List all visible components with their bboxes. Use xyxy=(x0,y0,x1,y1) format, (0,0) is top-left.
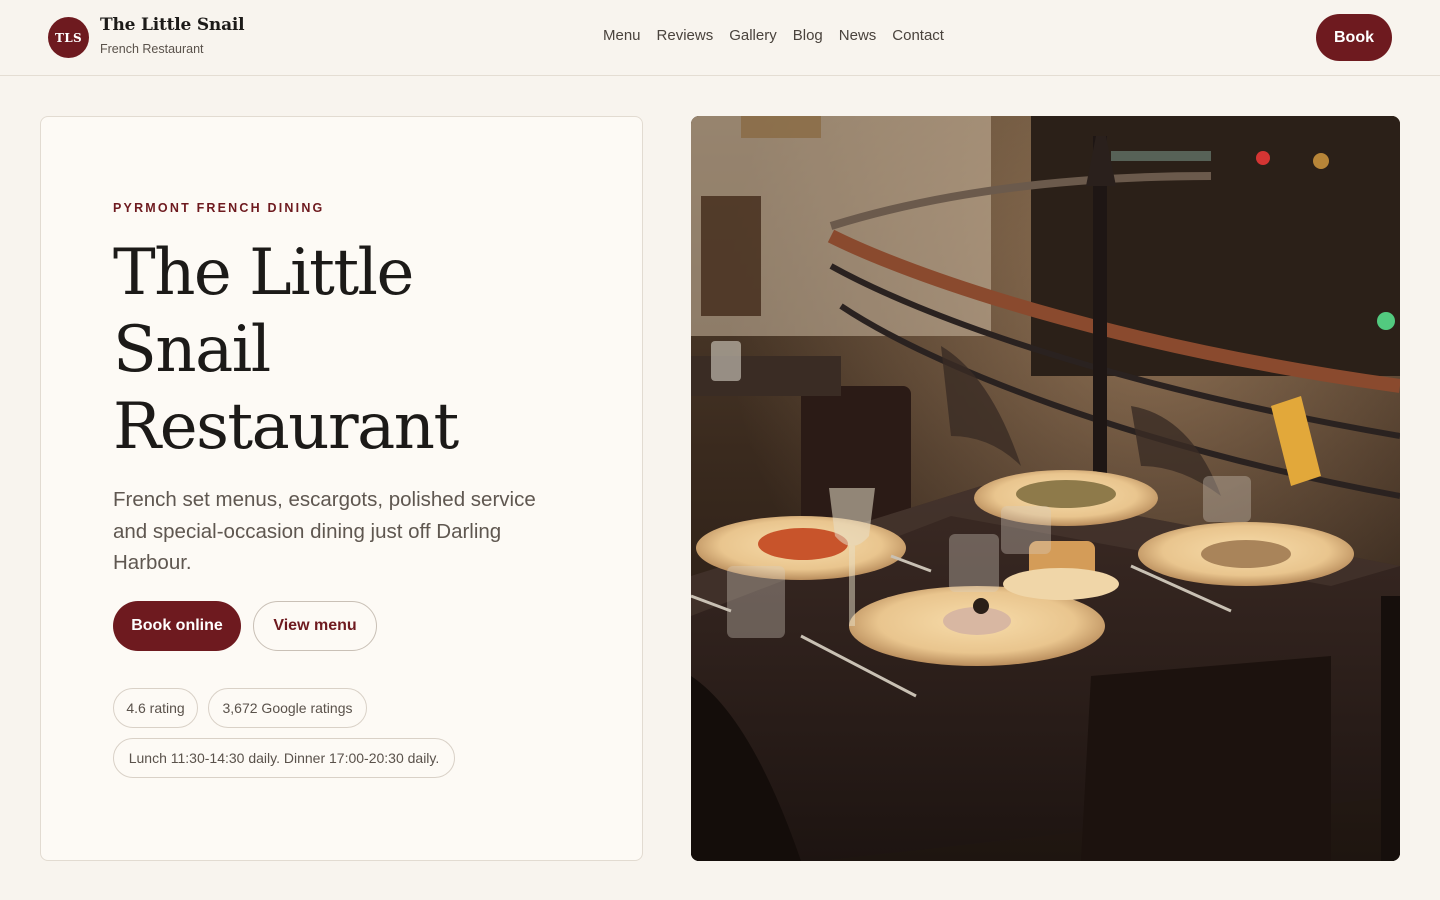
opening-hours-chip: Lunch 11:30-14:30 daily. Dinner 17:00-20… xyxy=(113,738,455,778)
ratings-count-chip: 3,672 Google ratings xyxy=(208,688,367,728)
nav-link-reviews[interactable]: Reviews xyxy=(657,27,714,44)
brand-initials: TLS xyxy=(55,30,82,45)
rating-chip: 4.6 rating xyxy=(113,688,198,728)
brand-name[interactable]: The Little Snail xyxy=(100,15,245,35)
view-menu-button[interactable]: View menu xyxy=(253,601,377,651)
restaurant-table-photo xyxy=(691,116,1400,861)
site-header: TLS The Little Snail French Restaurant M… xyxy=(0,0,1440,76)
nav-link-menu[interactable]: Menu xyxy=(603,27,641,44)
nav-link-news[interactable]: News xyxy=(839,27,877,44)
hero-title: The Little Snail Restaurant xyxy=(113,236,459,464)
header-book-button[interactable]: Book xyxy=(1316,14,1392,61)
brand-logo[interactable]: TLS xyxy=(48,17,89,58)
nav-link-contact[interactable]: Contact xyxy=(892,27,944,44)
book-online-button[interactable]: Book online xyxy=(113,601,241,651)
restaurant-photo-illustration xyxy=(691,116,1400,861)
hero-lead: French set menus, escargots, polished se… xyxy=(113,488,536,574)
nav-link-gallery[interactable]: Gallery xyxy=(729,27,777,44)
main-nav: Menu Reviews Gallery Blog News Contact xyxy=(603,27,944,44)
hero-eyebrow: PYRMONT FRENCH DINING xyxy=(113,201,325,215)
nav-link-blog[interactable]: Blog xyxy=(793,27,823,44)
brand-subtitle: French Restaurant xyxy=(100,42,204,56)
hero-card: PYRMONT FRENCH DINING The Little Snail R… xyxy=(40,116,643,861)
